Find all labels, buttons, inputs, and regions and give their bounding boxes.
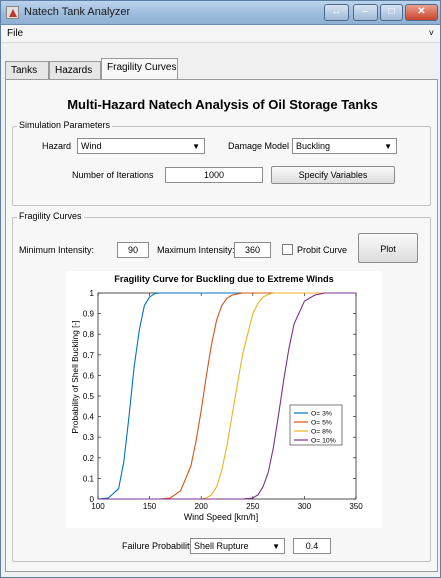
close-icon: ✕ bbox=[417, 6, 426, 17]
probit-label: Probit Curve bbox=[297, 245, 348, 255]
chart-title: Fragility Curve for Buckling due to Extr… bbox=[114, 274, 333, 284]
plot-button[interactable]: Plot bbox=[358, 233, 418, 263]
tab-panel: Multi-Hazard Natech Analysis of Oil Stor… bbox=[5, 79, 438, 572]
legend-entry-1: O= 5% bbox=[311, 420, 332, 427]
menu-file[interactable]: File bbox=[7, 28, 23, 39]
damage-model-value: Buckling bbox=[296, 141, 331, 151]
failure-probability-label: Failure Probability: bbox=[122, 541, 197, 551]
x-tick-label-5: 350 bbox=[349, 502, 363, 511]
window-title: Natech Tank Analyzer bbox=[24, 6, 131, 18]
app-icon bbox=[6, 6, 19, 19]
iterations-input[interactable]: 1000 bbox=[165, 167, 263, 183]
x-tick-label-4: 300 bbox=[298, 502, 312, 511]
tab-tanks[interactable]: Tanks bbox=[5, 61, 49, 79]
y-tick-label-1: 0.1 bbox=[83, 474, 95, 483]
x-tick-label-2: 200 bbox=[195, 502, 209, 511]
chevron-down-icon[interactable]: ˅ bbox=[429, 28, 434, 38]
damage-model-select[interactable]: Buckling ▼ bbox=[292, 138, 397, 154]
legend-entry-2: O= 8% bbox=[311, 429, 332, 436]
damage-model-label: Damage Model bbox=[228, 141, 290, 151]
maximize-button[interactable]: □ bbox=[380, 4, 403, 21]
restore-button[interactable]: ↔ bbox=[324, 4, 349, 21]
page-title: Multi-Hazard Natech Analysis of Oil Stor… bbox=[67, 97, 378, 112]
restore-icon: ↔ bbox=[331, 6, 342, 17]
y-tick-label-6: 0.6 bbox=[83, 371, 95, 380]
y-tick-label-10: 1 bbox=[90, 289, 95, 298]
y-axis-label: Probability of Shell Buckling [-] bbox=[70, 320, 80, 433]
y-tick-label-3: 0.3 bbox=[83, 433, 95, 442]
maximize-icon: □ bbox=[388, 6, 395, 17]
minimize-icon: – bbox=[362, 6, 369, 17]
y-tick-label-7: 0.7 bbox=[83, 351, 95, 360]
legend-entry-3: O= 10% bbox=[311, 438, 336, 445]
legend-entry-0: O= 3% bbox=[311, 411, 332, 418]
failure-probability-output: 0.4 bbox=[293, 538, 331, 554]
y-tick-label-0: 0 bbox=[90, 495, 95, 504]
y-tick-label-8: 0.8 bbox=[83, 330, 95, 339]
hazard-value: Wind bbox=[81, 141, 102, 151]
probit-checkbox[interactable] bbox=[282, 244, 293, 255]
app-window: Natech Tank Analyzer ↔ – □ ✕ File ˅ Tank… bbox=[0, 0, 441, 578]
y-tick-label-5: 0.5 bbox=[83, 392, 95, 401]
min-intensity-label: Minimum Intensity: bbox=[19, 245, 95, 255]
title-bar[interactable]: Natech Tank Analyzer ↔ – □ ✕ bbox=[1, 1, 440, 25]
chevron-down-icon: ▼ bbox=[272, 542, 280, 551]
x-tick-label-1: 150 bbox=[143, 502, 157, 511]
group-title-simulation: Simulation Parameters bbox=[17, 120, 113, 130]
group-title-fragility: Fragility Curves bbox=[17, 211, 84, 221]
failure-mode-select[interactable]: Shell Rupture ▼ bbox=[190, 538, 285, 554]
failure-mode-value: Shell Rupture bbox=[194, 541, 249, 551]
hazard-select[interactable]: Wind ▼ bbox=[77, 138, 205, 154]
specify-variables-button[interactable]: Specify Variables bbox=[271, 166, 395, 184]
tab-fragility-curves[interactable]: Fragility Curves bbox=[101, 58, 178, 80]
chevron-down-icon: ▼ bbox=[384, 142, 392, 151]
menu-bar: File ˅ bbox=[1, 25, 440, 43]
fragility-chart: Fragility Curve for Buckling due to Extr… bbox=[66, 271, 382, 528]
max-intensity-input[interactable]: 360 bbox=[234, 242, 271, 258]
y-tick-label-4: 0.4 bbox=[83, 413, 95, 422]
hazard-label: Hazard bbox=[42, 141, 72, 151]
max-intensity-label: Maximum Intensity: bbox=[157, 245, 235, 255]
y-tick-label-2: 0.2 bbox=[83, 454, 95, 463]
x-axis-label: Wind Speed [km/h] bbox=[184, 512, 258, 522]
chevron-down-icon: ▼ bbox=[192, 142, 200, 151]
tab-hazards[interactable]: Hazards bbox=[49, 61, 101, 79]
min-intensity-input[interactable]: 90 bbox=[117, 242, 149, 258]
close-button[interactable]: ✕ bbox=[405, 4, 438, 21]
y-tick-label-9: 0.9 bbox=[83, 310, 95, 319]
x-tick-label-3: 250 bbox=[246, 502, 260, 511]
iterations-label: Number of Iterations bbox=[72, 170, 154, 180]
simulation-parameters-group: Simulation Parameters Hazard Wind ▼ Dama… bbox=[12, 120, 431, 206]
plot-area bbox=[97, 292, 357, 500]
minimize-button[interactable]: – bbox=[353, 4, 378, 21]
